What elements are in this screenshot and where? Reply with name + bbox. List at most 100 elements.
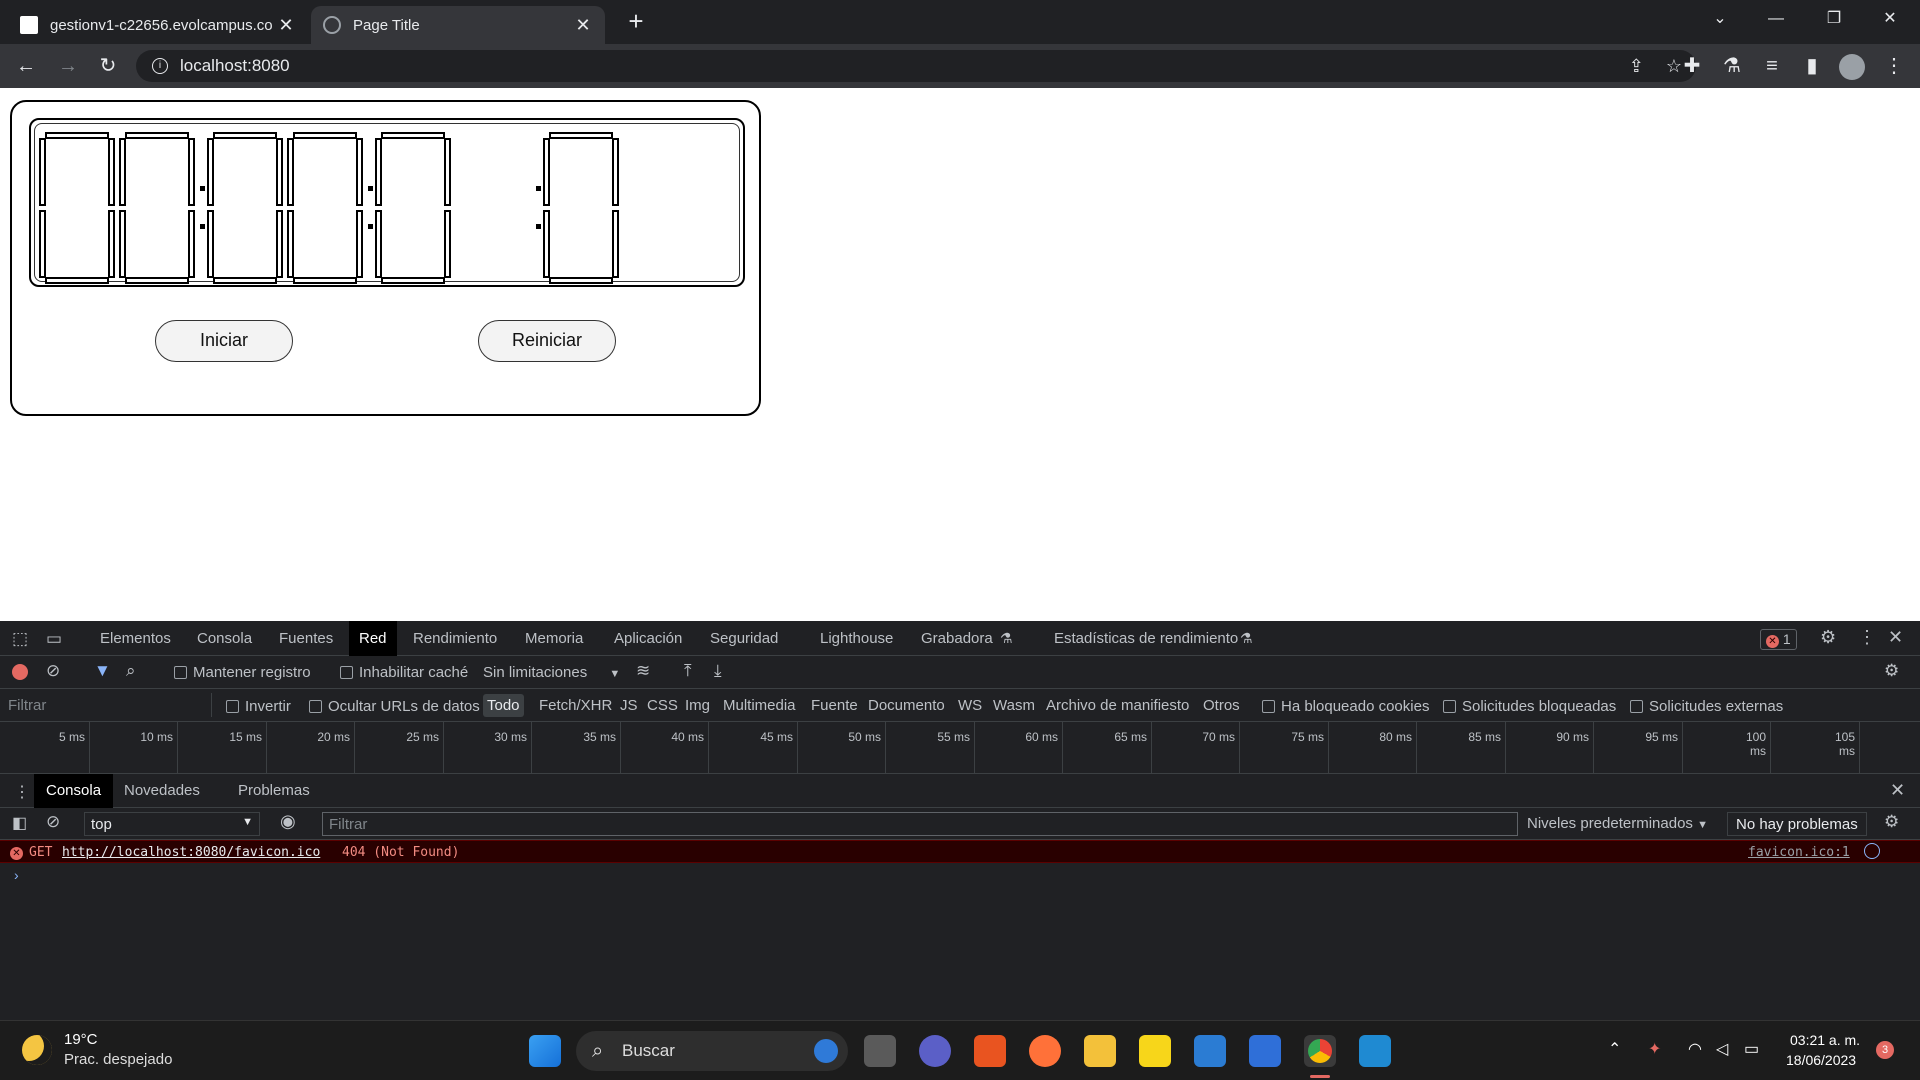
side-panel-icon[interactable]: ▮ (1796, 50, 1828, 82)
windows-start-icon[interactable] (529, 1035, 561, 1067)
type-filter-doc[interactable]: Documento (868, 697, 945, 714)
notification-badge[interactable]: 3 (1876, 1041, 1894, 1059)
devtools-tab-console[interactable]: Consola (197, 621, 252, 656)
media-queue-icon[interactable]: ≡ (1756, 50, 1788, 82)
type-filter-ws[interactable]: WS (958, 697, 982, 714)
weather-moon-icon[interactable] (22, 1035, 52, 1065)
log-levels-select[interactable]: Niveles predeterminados ▼ (1527, 815, 1708, 832)
close-window-button[interactable]: ✕ (1862, 0, 1918, 38)
site-info-icon[interactable]: i (152, 58, 168, 74)
restore-button[interactable]: ❐ (1806, 0, 1862, 38)
devtools-tab-network[interactable]: Red (349, 621, 397, 656)
type-filter-wasm[interactable]: Wasm (993, 697, 1035, 714)
vscode-icon[interactable] (1359, 1035, 1391, 1067)
type-filter-img[interactable]: Img (685, 697, 710, 714)
error-source-link[interactable]: favicon.ico:1 (1748, 845, 1850, 860)
search-icon[interactable]: ⌕ (126, 661, 136, 681)
firefox-icon[interactable] (1029, 1035, 1061, 1067)
type-filter-manifest[interactable]: Archivo de manifiesto (1046, 697, 1189, 714)
error-url-link[interactable]: http://localhost:8080/favicon.ico (62, 845, 320, 860)
drawer-tab-console[interactable]: Consola (34, 774, 114, 808)
notepad-icon[interactable] (1194, 1035, 1226, 1067)
devtools-tab-performance-insights[interactable]: Estadísticas de rendimiento (1054, 621, 1238, 656)
reload-button[interactable]: ↻ (92, 50, 124, 82)
more-options-icon[interactable]: ⋮ (1858, 627, 1876, 648)
devtools-tab-security[interactable]: Seguridad (710, 621, 778, 656)
back-button[interactable]: ← (10, 50, 42, 82)
profile-avatar[interactable] (1836, 50, 1868, 82)
clock-date[interactable]: 18/06/2023 (1786, 1052, 1856, 1068)
insights-icon[interactable] (1864, 843, 1880, 859)
devtools-tab-recorder[interactable]: Grabadora (921, 621, 993, 656)
settings-gear-icon[interactable]: ⚙ (1820, 627, 1836, 648)
taskbar-search-box[interactable]: ⌕ Buscar (576, 1031, 848, 1071)
browser-tab-page-title[interactable]: Page Title ✕ (311, 6, 605, 44)
ubuntu-icon[interactable] (974, 1035, 1006, 1067)
address-bar[interactable]: i localhost:8080 ⇪ ☆ (136, 50, 1696, 82)
type-filter-all[interactable]: Todo (483, 694, 524, 717)
bing-icon[interactable] (814, 1039, 838, 1063)
new-tab-button[interactable]: + (620, 6, 652, 38)
drawer-menu-icon[interactable]: ⋮ (14, 782, 30, 802)
sticky-notes-icon[interactable] (1139, 1035, 1171, 1067)
inspect-element-icon[interactable]: ⬚ (12, 629, 28, 649)
forward-button[interactable]: → (52, 50, 84, 82)
file-explorer-icon[interactable] (1084, 1035, 1116, 1067)
preserve-log-checkbox[interactable]: Mantener registro (174, 664, 311, 681)
import-har-icon[interactable]: ⤒ (684, 661, 692, 681)
type-filter-js[interactable]: JS (620, 697, 638, 714)
devtools-tab-application[interactable]: Aplicación (614, 621, 682, 656)
close-tab-icon[interactable]: ✕ (276, 15, 296, 36)
chrome-menu-icon[interactable]: ⋮ (1878, 50, 1910, 82)
share-icon[interactable]: ⇪ (1629, 50, 1644, 82)
blocked-cookies-checkbox[interactable]: Ha bloqueado cookies (1262, 698, 1429, 715)
chrome-dev-icon[interactable] (1304, 1035, 1336, 1067)
battery-icon[interactable]: ▭ (1744, 1039, 1759, 1059)
devtools-tab-performance[interactable]: Rendimiento (413, 621, 497, 656)
clear-console-icon[interactable]: ⊘ (46, 812, 60, 832)
hide-data-urls-checkbox[interactable]: Ocultar URLs de datos (309, 698, 480, 715)
wifi-icon[interactable]: ◠ (1688, 1039, 1702, 1059)
devtools-tab-elements[interactable]: Elementos (100, 621, 171, 656)
live-expression-eye-icon[interactable]: ◉ (280, 811, 296, 832)
clear-icon[interactable]: ⊘ (46, 661, 60, 681)
drawer-tab-whats-new[interactable]: Novedades (124, 774, 200, 808)
close-tab-icon[interactable]: ✕ (573, 15, 593, 36)
type-filter-font[interactable]: Fuente (811, 697, 858, 714)
drawer-tab-issues[interactable]: Problemas (238, 774, 310, 808)
issues-button[interactable]: No hay problemas (1727, 812, 1867, 836)
console-prompt-icon[interactable]: › (14, 867, 19, 883)
network-settings-icon[interactable]: ⚙ (1884, 661, 1899, 681)
devtools-tab-lighthouse[interactable]: Lighthouse (820, 621, 893, 656)
network-filter-input[interactable]: Filtrar (0, 693, 212, 717)
start-button[interactable]: Iniciar (155, 320, 293, 362)
close-devtools-icon[interactable]: ✕ (1888, 627, 1903, 648)
task-view-icon[interactable] (864, 1035, 896, 1067)
weather-description[interactable]: Prac. despejado (64, 1051, 172, 1068)
disable-cache-checkbox[interactable]: Inhabilitar caché (340, 664, 468, 681)
console-filter-input[interactable]: Filtrar (322, 812, 1518, 836)
console-settings-icon[interactable]: ⚙ (1884, 812, 1899, 832)
invert-checkbox[interactable]: Invertir (226, 698, 291, 715)
sidebar-toggle-icon[interactable]: ◧ (12, 813, 27, 833)
network-timeline-overview[interactable]: 5 ms 10 ms 15 ms 20 ms 25 ms 30 ms 35 ms 40 ms 4… (0, 722, 1920, 774)
show-hidden-icons-chevron-icon[interactable]: ⌃ (1608, 1039, 1621, 1059)
dropbox-icon[interactable]: ✦ (1648, 1039, 1661, 1059)
clock-time[interactable]: 03:21 a. m. (1790, 1032, 1860, 1048)
extensions-icon[interactable]: ✚ (1676, 50, 1708, 82)
third-party-checkbox[interactable]: Solicitudes externas (1630, 698, 1783, 715)
browser-tab-evolcampus[interactable]: gestionv1-c22656.evolcampus.co ✕ (8, 6, 308, 44)
record-stop-icon[interactable] (12, 664, 28, 680)
tab-search-icon[interactable]: ⌄ (1692, 0, 1748, 38)
calendar-icon[interactable] (1249, 1035, 1281, 1067)
blocked-requests-checkbox[interactable]: Solicitudes bloqueadas (1443, 698, 1616, 715)
context-select[interactable]: top ▼ (84, 812, 260, 836)
labs-flask-icon[interactable]: ⚗ (1716, 50, 1748, 82)
export-har-icon[interactable]: ⤓ (714, 661, 722, 681)
devtools-tab-sources[interactable]: Fuentes (279, 621, 333, 656)
filter-funnel-icon[interactable]: ▼ (94, 661, 111, 681)
weather-temperature[interactable]: 19°C (64, 1031, 98, 1048)
type-filter-css[interactable]: CSS (647, 697, 678, 714)
device-toolbar-icon[interactable]: ▭ (46, 629, 62, 649)
minimize-button[interactable]: — (1748, 0, 1804, 38)
